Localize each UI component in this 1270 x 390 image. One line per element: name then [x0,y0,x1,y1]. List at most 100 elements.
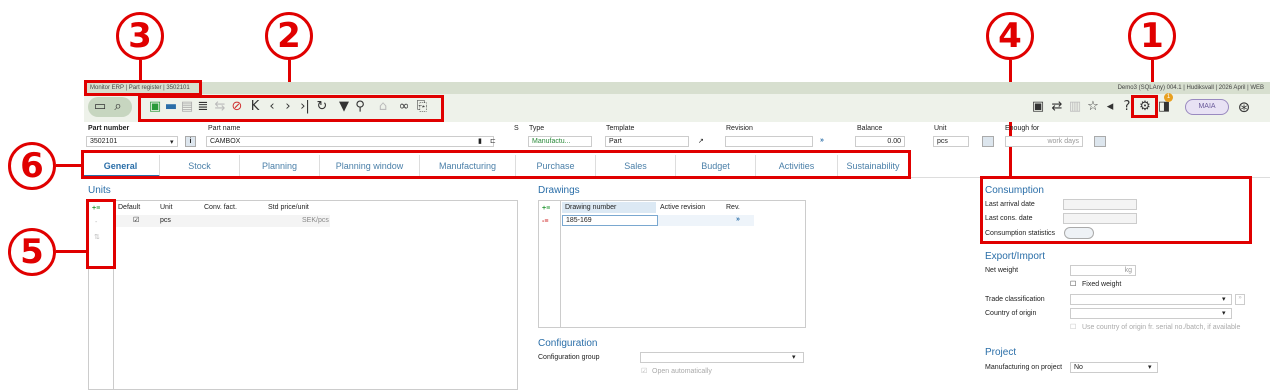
copy-icon[interactable]: ▤ [179,99,195,115]
chart-icon[interactable] [982,136,994,147]
default-checkbox[interactable]: ☑ [133,216,139,224]
apply-template-icon[interactable]: ↗ [698,137,704,145]
last-arrival-label: Last arrival date [985,201,1035,208]
callout-2: 2 [265,12,313,60]
drawings-title: Drawings [538,185,580,196]
refresh-icon[interactable]: ↻ [314,99,330,115]
lock-icon[interactable]: ▮ [478,137,482,145]
expand-icon[interactable]: » [820,137,824,144]
filter-icon[interactable]: ▼ [336,99,352,115]
manufacturing-on-project-select[interactable]: No [1070,362,1158,373]
calendar-icon[interactable] [1094,136,1106,147]
favorite-icon[interactable]: ☆ [1085,99,1101,115]
tab-planning[interactable]: Planning [240,155,320,177]
transfer-icon[interactable]: ⇄ [1049,99,1065,115]
tab-bar-line [82,177,1270,178]
unit-label: Unit [934,125,947,132]
configuration-group-select[interactable] [640,352,804,363]
trade-select[interactable] [1070,294,1232,305]
drawings-col-active: Active revision [660,204,706,211]
chevron-down-icon[interactable]: ▾ [170,138,174,146]
save-icon[interactable]: ▬ [163,99,179,115]
window-title: Monitor ERP | Part register | 3502101 [90,85,190,91]
delete-icon[interactable]: ⊘ [229,99,245,115]
tab-planning-window[interactable]: Planning window [320,155,420,177]
chevron-down-icon[interactable]: ▾ [1222,309,1226,317]
units-col-price: Std price/unit [268,204,309,211]
open-auto-checkbox[interactable]: ☑ [641,367,647,375]
enough-for-field: work days [1005,136,1083,147]
kg-unit: kg [1124,267,1132,274]
settings-icon[interactable]: ⚙ [1137,99,1153,115]
next-icon[interactable]: › [280,99,296,115]
link-icon[interactable]: ∞ [396,99,412,115]
trade-label: Trade classification [985,296,1045,303]
chevron-down-icon[interactable]: ▾ [792,353,796,361]
table-row[interactable] [114,215,330,227]
previous-icon[interactable]: ‹ [264,99,280,115]
tab-stock[interactable]: Stock [160,155,240,177]
tab-activities[interactable]: Activities [756,155,838,177]
remove-drawing-icon[interactable]: -≡ [542,218,548,225]
enough-for-label: Enough for [1005,125,1040,132]
add-drawing-icon[interactable]: +≡ [542,205,550,212]
balance-label: Balance [857,125,883,132]
revision-label: Revision [726,125,753,132]
tab-budget[interactable]: Budget [676,155,756,177]
units-title: Units [88,185,111,196]
remove-row-icon[interactable]: - [95,219,97,226]
revision-field[interactable] [725,136,813,147]
fixed-weight-label: Fixed weight [1082,281,1122,288]
maia-button[interactable]: MAIA [1185,99,1229,115]
country-select[interactable] [1070,308,1232,319]
last-icon[interactable]: ›| [297,99,313,115]
info-icon[interactable]: i [185,136,196,147]
export-title: Export/Import [985,251,1046,262]
drawing-number-cell[interactable]: 185-169 [562,215,658,226]
use-country-checkbox[interactable]: ☐ [1070,323,1076,331]
tab-sustainability[interactable]: Sustainability [838,155,908,177]
find-icon[interactable]: ⚲ [352,99,368,115]
screen-icon[interactable]: ▣ [1030,99,1046,115]
sort-icon[interactable]: ⇅ [94,233,100,241]
part-name-field[interactable]: CAMBOX [206,136,494,147]
layout-icon[interactable]: ▭ [92,99,108,115]
back-icon[interactable]: ◂ [1102,99,1118,115]
tab-general[interactable]: General [82,155,160,177]
search-icon[interactable]: ⌕ [110,99,126,115]
chevron-down-icon[interactable]: ▾ [1222,295,1226,303]
s-label: S [514,125,519,132]
drawings-col-number: Drawing number [565,204,617,211]
use-country-label: Use country of origin fr. serial no./bat… [1082,324,1241,331]
callout-1: 1 [1128,12,1176,60]
configuration-group-label: Configuration group [538,354,600,361]
list-icon[interactable]: ≣ [195,99,211,115]
project-title: Project [985,347,1017,358]
net-weight-field[interactable]: kg [1070,265,1136,276]
user-icon[interactable]: ⊛ [1236,99,1252,115]
trade-expand-icon[interactable]: » [1235,294,1245,305]
home-icon[interactable]: ⌂ [375,99,391,115]
chevron-down-icon[interactable]: ▾ [1148,363,1152,371]
type-field[interactable]: Manufactu... [528,136,592,147]
new-icon[interactable]: ▣ [147,99,163,115]
document-link-icon[interactable]: ⎘ [414,99,430,115]
maia-label: MAIA [1198,103,1216,110]
first-icon[interactable]: K [247,99,263,115]
units-col-conv: Conv. fact. [204,204,237,211]
template-field[interactable]: Part [605,136,689,147]
part-number-field[interactable]: 3502101 [86,136,178,147]
tab-purchase[interactable]: Purchase [516,155,596,177]
add-row-icon[interactable]: +≡ [92,205,100,212]
tab-manufacturing[interactable]: Manufacturing [420,155,516,177]
consumption-stats-button[interactable] [1064,227,1094,239]
open-drawing-icon[interactable]: » [736,216,740,223]
notes-icon[interactable]: ▥ [1067,99,1083,115]
last-arrival-field [1063,199,1137,210]
help-icon[interactable]: ? [1119,99,1135,115]
tab-sales[interactable]: Sales [596,155,676,177]
callout-4: 4 [986,12,1034,60]
translate-icon[interactable]: ⊏ [490,137,496,145]
link-disabled-icon[interactable]: ⇆ [212,99,228,115]
fixed-weight-checkbox[interactable]: ☐ [1070,280,1076,288]
